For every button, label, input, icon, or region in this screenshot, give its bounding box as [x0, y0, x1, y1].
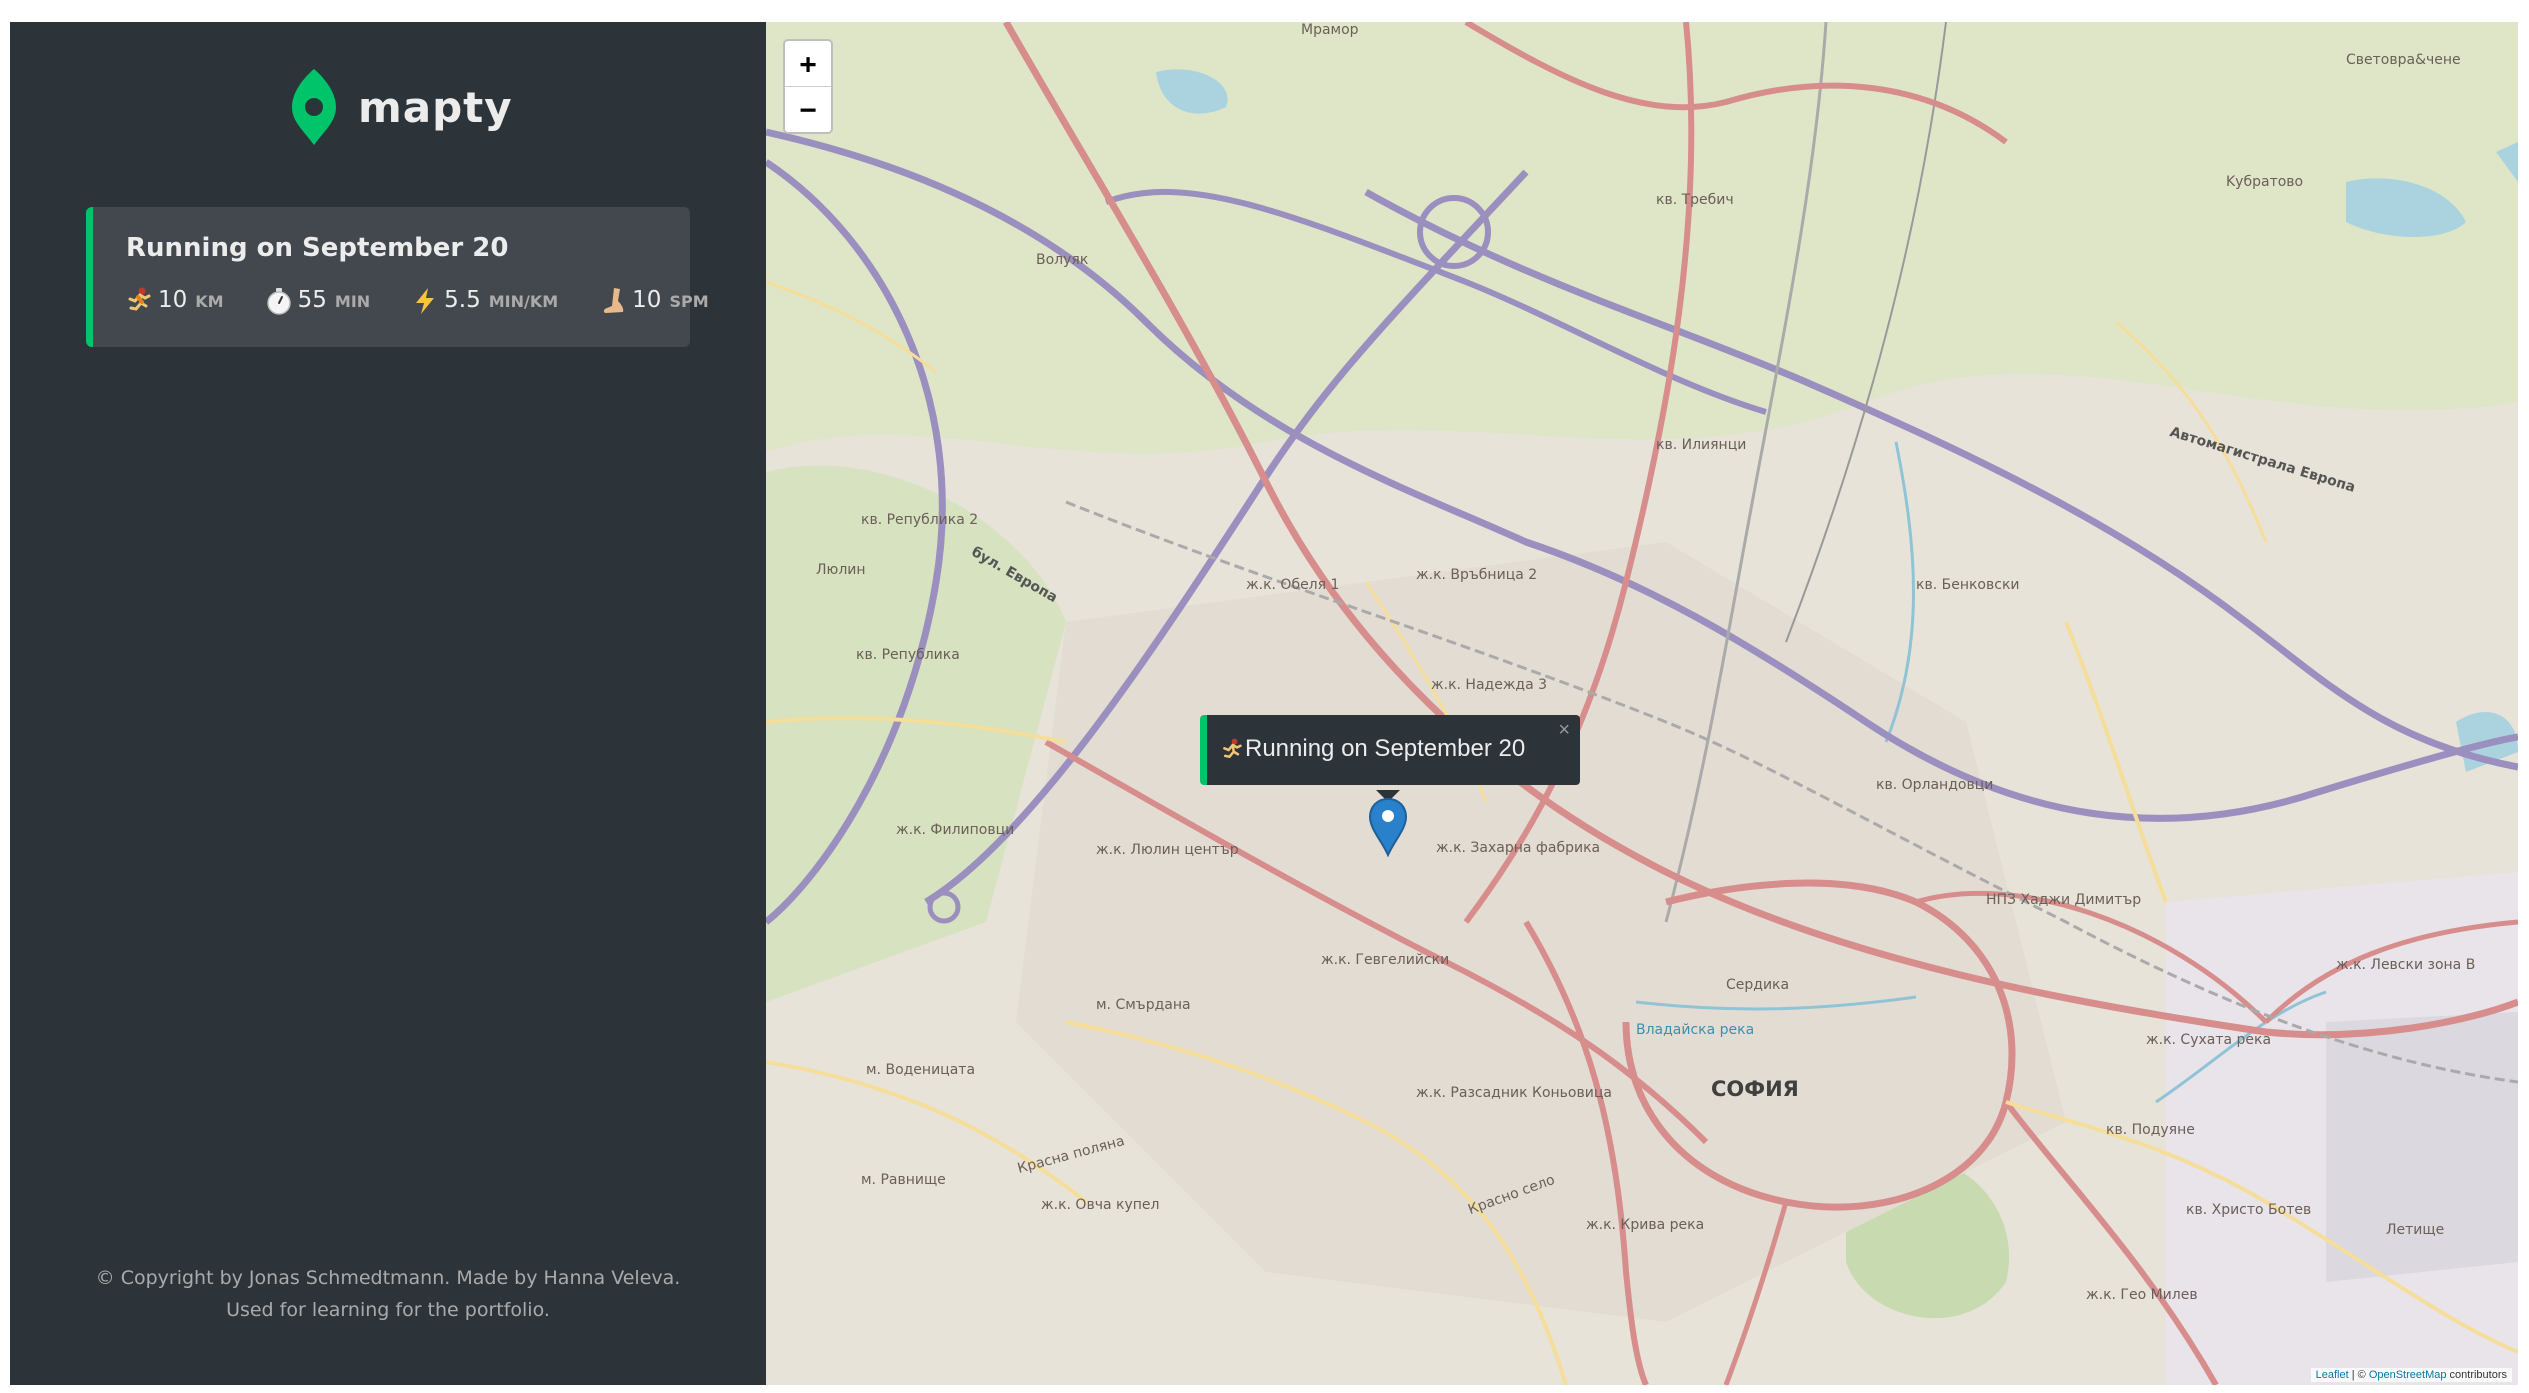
map-attribution: Leaflet | © OpenStreetMap contributors — [2310, 1368, 2512, 1382]
map-label: ж.к. Крива река — [1586, 1217, 1705, 1233]
lightning-icon — [416, 288, 435, 314]
app-name: mapty — [358, 82, 513, 132]
map-marker-icon[interactable] — [1368, 797, 1408, 857]
stat-duration-value: 55 — [297, 287, 327, 313]
workout-title: Running on September 20 — [126, 233, 509, 263]
map-label: Мрамор — [1301, 22, 1359, 38]
stat-pace-unit: min/km — [488, 292, 559, 311]
map-label: м. Равнище — [861, 1172, 946, 1188]
map-label: кв. Христо Ботев — [2186, 1202, 2312, 1218]
workout-stats: 10 km 55 min 5.5 m — [126, 287, 709, 315]
stat-pace-value: 5.5 — [444, 287, 481, 313]
osm-link[interactable]: OpenStreetMap — [2369, 1369, 2447, 1381]
map-label: ж.к. Левски зона В — [2336, 957, 2476, 973]
stat-cadence: 10 spm — [600, 287, 709, 315]
attribution-suffix: contributors — [2446, 1369, 2507, 1381]
map-label: Волуяк — [1036, 252, 1089, 268]
stat-distance-unit: km — [195, 292, 224, 311]
map-tiles[interactable] — [766, 22, 2518, 1385]
copyright: © Copyright by Jonas Schmedtmann. Made b… — [95, 1267, 681, 1321]
leaflet-link[interactable]: Leaflet — [2316, 1369, 2349, 1381]
map-label: ж.к. Сухата река — [2146, 1032, 2272, 1048]
runner-icon — [1223, 738, 1242, 759]
map-label: НПЗ Хаджи Димитър — [1986, 892, 2142, 908]
workout-popup: Running on September 20 × — [1200, 715, 1580, 785]
map-label: м. Воденицата — [866, 1062, 976, 1078]
map-label: кв. Требич — [1656, 192, 1734, 208]
stat-cadence-unit: spm — [669, 292, 709, 311]
map-label: Люлин — [816, 562, 866, 578]
logo: mapty — [290, 67, 513, 147]
stat-distance-value: 10 — [158, 287, 188, 313]
stat-distance: 10 km — [126, 287, 224, 315]
map-label: ж.к. Филиповци — [896, 822, 1015, 838]
map-label: кв. Орландовци — [1876, 777, 1994, 793]
stat-cadence-value: 10 — [632, 287, 662, 313]
popup-text: Running on September 20 — [1245, 735, 1526, 762]
stat-pace: 5.5 min/km — [412, 287, 558, 315]
map-label: Владайска река — [1636, 1022, 1755, 1038]
popup-close-button[interactable]: × — [1558, 719, 1570, 742]
map-label: ж.к. Обеля 1 — [1246, 577, 1340, 593]
map-label: кв. Подуяне — [2106, 1122, 2195, 1138]
zoom-out-button[interactable]: − — [785, 86, 831, 132]
sidebar: mapty Running on September 20 10 km — [10, 22, 766, 1385]
map-label: ж.к. Овча купел — [1041, 1197, 1160, 1213]
map-label: ж.к. Разсадник Коньовица — [1416, 1085, 1612, 1101]
map-label: ж.к. Гео Милев — [2086, 1287, 2198, 1303]
workout-card[interactable]: Running on September 20 10 km — [86, 207, 709, 347]
stat-duration-unit: min — [334, 292, 371, 311]
map-label: кв. Илиянци — [1656, 437, 1747, 453]
runner-icon — [128, 287, 151, 311]
map-label: кв. Бенковски — [1916, 577, 2020, 593]
map-label: Сердика — [1726, 977, 1790, 993]
app-root: mapty Running on September 20 10 km — [10, 22, 2518, 1385]
map-label-city: СОФИЯ — [1711, 1077, 1799, 1101]
map-label: Kубратово — [2226, 174, 2304, 190]
map-label: ж.к. Захарна фабрика — [1436, 840, 1601, 856]
map-label: м. Смърдана — [1096, 997, 1191, 1013]
map-label: ж.к. Гевгелийски — [1321, 952, 1450, 968]
map-pin-logo-icon — [292, 69, 336, 145]
map-label: кв. Република 2 — [861, 512, 979, 528]
map-label: ж.к. Надежда 3 — [1431, 677, 1548, 693]
stat-duration: 55 min — [266, 287, 371, 315]
map-label: ж.к. Люлин център — [1096, 842, 1239, 858]
stopwatch-icon — [266, 288, 291, 315]
map-label: Световра&чене — [2346, 52, 2461, 68]
zoom-in-button[interactable]: + — [785, 41, 831, 86]
map-label: кв. Република — [856, 647, 960, 663]
footprint-icon — [604, 288, 624, 313]
zoom-control: + − — [783, 39, 833, 134]
map-label: Летище — [2386, 1222, 2445, 1238]
map[interactable]: Мрамор кв. Требич Волуяк Kубратово Свето… — [766, 22, 2518, 1385]
map-label: ж.к. Връбница 2 — [1416, 567, 1538, 583]
attribution-sep: | © — [2348, 1369, 2369, 1381]
